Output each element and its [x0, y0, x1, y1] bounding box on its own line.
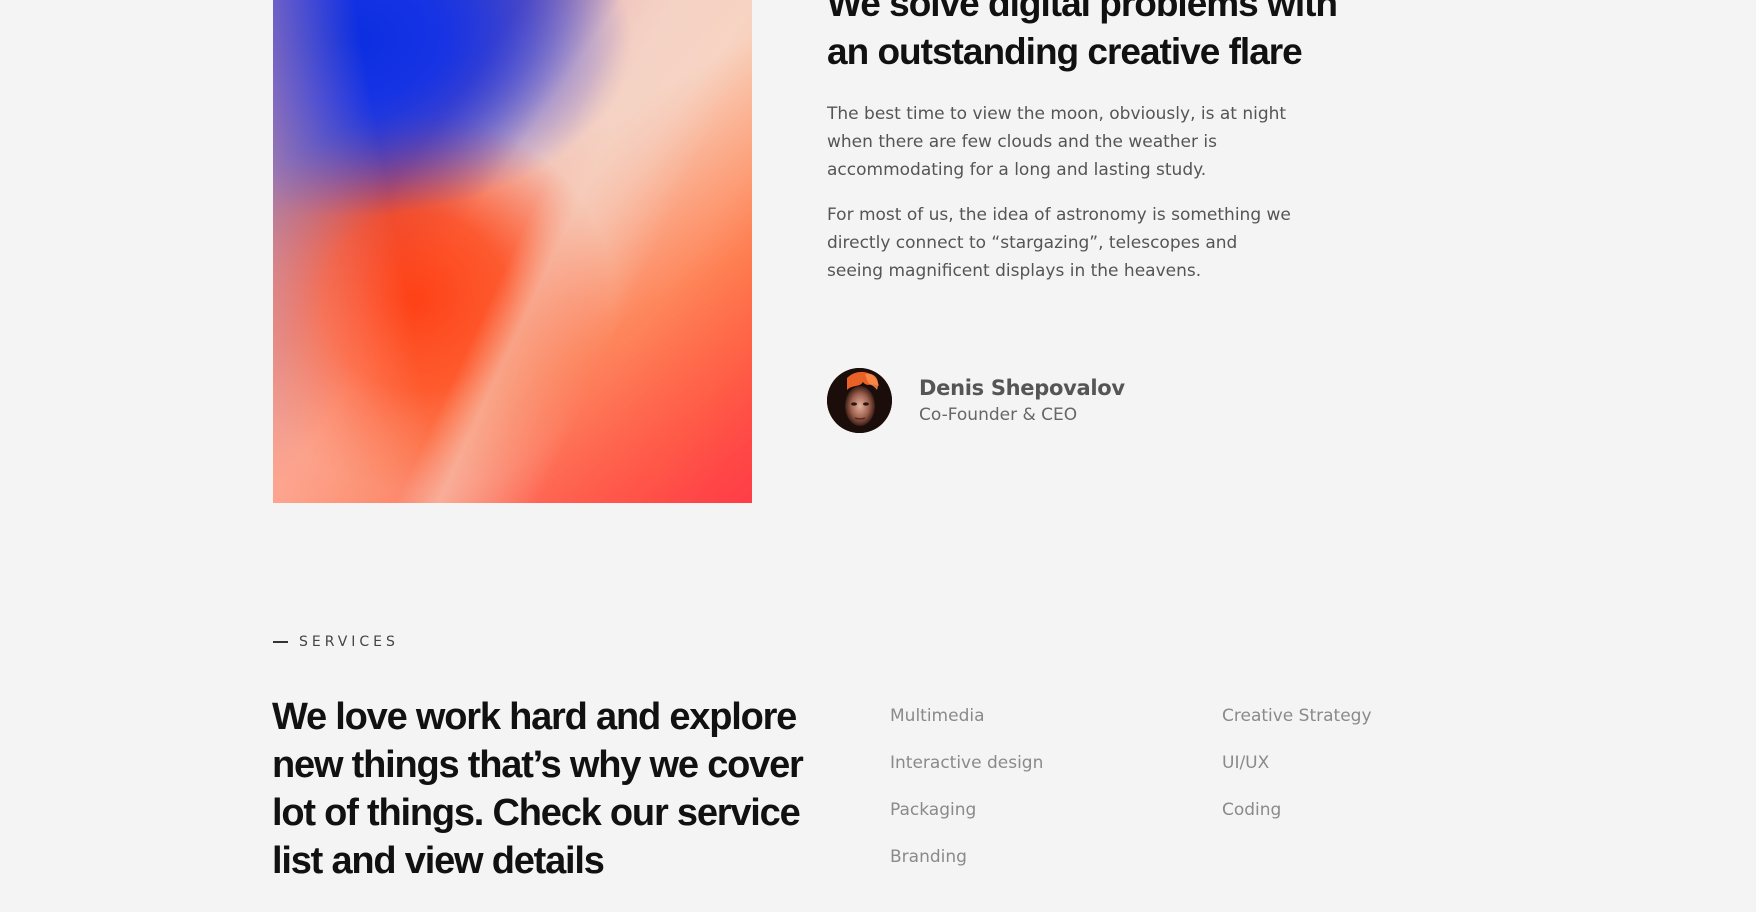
service-item-coding[interactable]: Coding — [1222, 787, 1372, 834]
services-list-primary: Multimedia Interactive design Packaging … — [890, 705, 1043, 881]
about-paragraph: The best time to view the moon, obviousl… — [827, 104, 1287, 180]
author-name: Denis Shepovalov — [919, 375, 1125, 400]
author-role: Co-Founder & CEO — [919, 404, 1078, 425]
author-block: Denis Shepovalov Co-Founder & CEO — [827, 368, 1125, 433]
avatar — [827, 368, 892, 433]
service-item-branding[interactable]: Branding — [890, 834, 1043, 881]
about-paragraph: For most of us, the idea of astronomy is… — [827, 205, 1291, 281]
services-heading: We love work hard and explore new things… — [272, 696, 804, 882]
service-item-interactive-design[interactable]: Interactive design — [890, 740, 1043, 787]
services-list-secondary: Creative Strategy UI/UX Coding — [1222, 705, 1372, 834]
author-info: Denis Shepovalov Co-Founder & CEO — [919, 374, 1125, 428]
label-dash — [273, 641, 288, 643]
service-item-packaging[interactable]: Packaging — [890, 787, 1043, 834]
hero-gradient-image — [273, 0, 752, 503]
services-label: SERVICES — [299, 634, 399, 650]
page: We solve digital problems with an outsta… — [0, 0, 1756, 912]
services-section-label: SERVICES — [273, 634, 399, 650]
about-heading: We solve digital problems with an outsta… — [827, 0, 1338, 72]
avatar-portrait — [827, 368, 892, 433]
service-item-creative-strategy[interactable]: Creative Strategy — [1222, 693, 1372, 740]
gradient-layer — [273, 0, 752, 503]
service-item-ui-ux[interactable]: UI/UX — [1222, 740, 1372, 787]
service-item-multimedia[interactable]: Multimedia — [890, 693, 1043, 740]
